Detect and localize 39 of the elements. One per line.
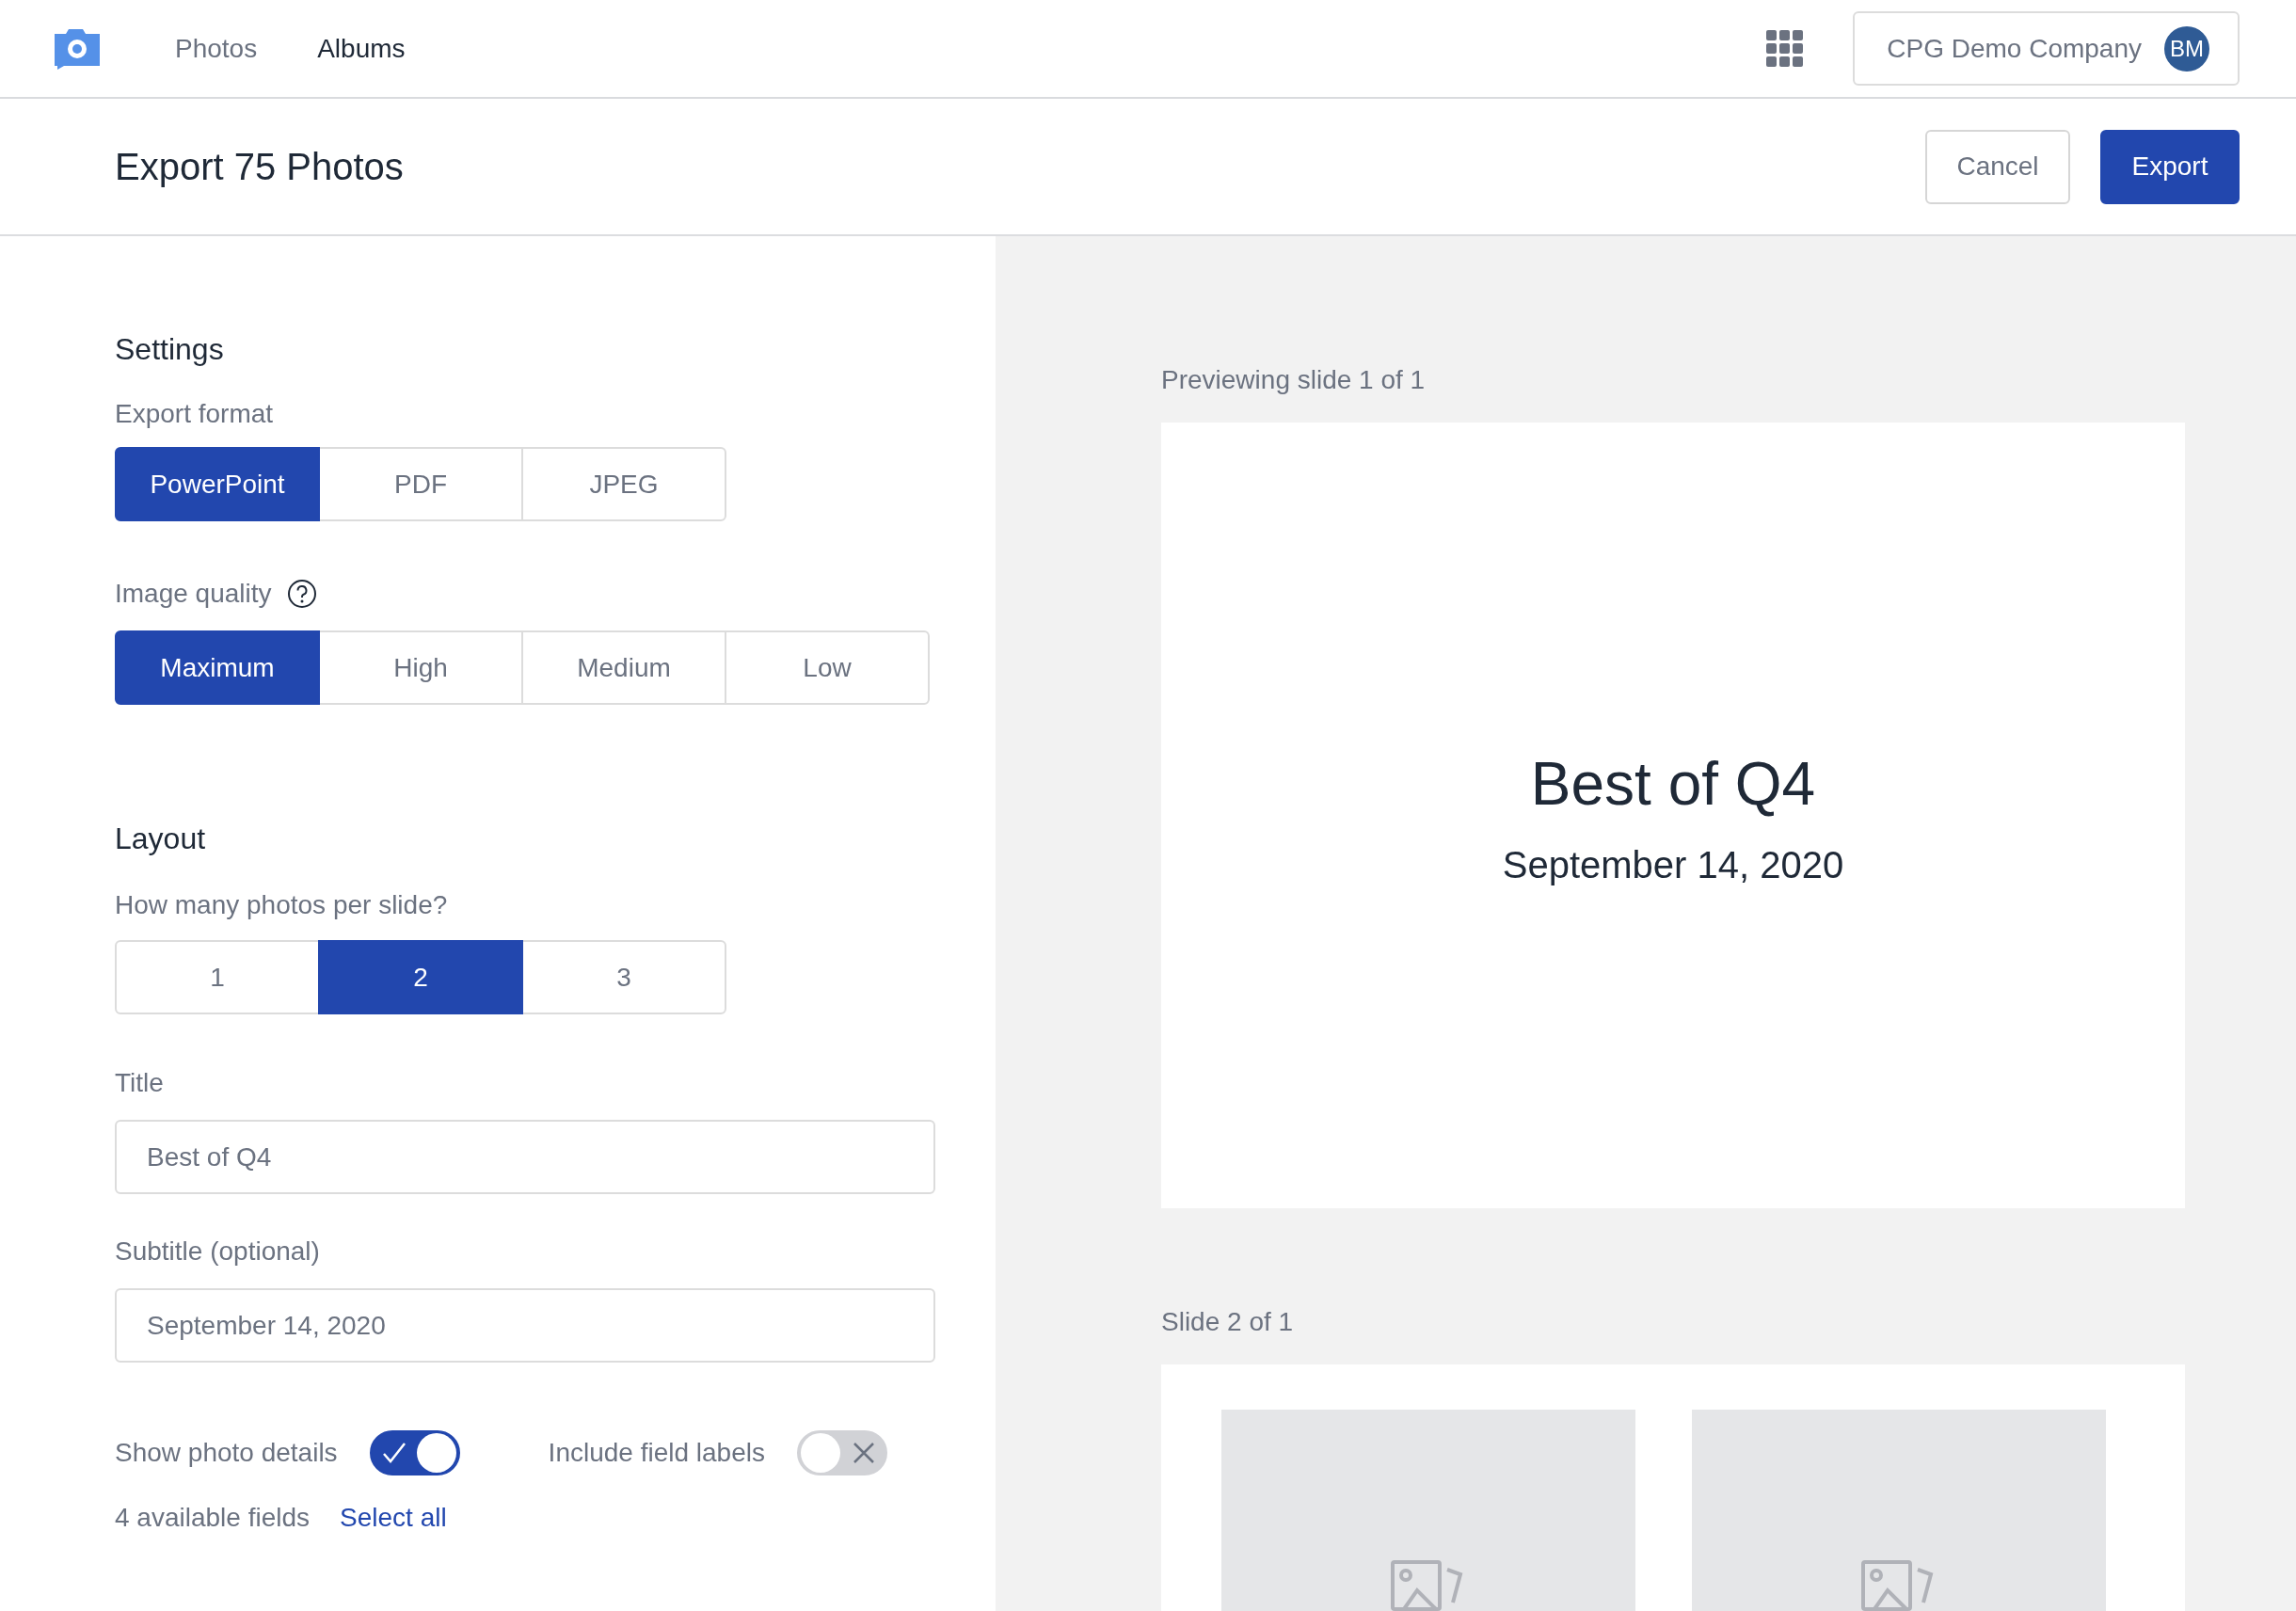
segment-option[interactable]: Low [725,630,930,705]
field-label: Image quality [115,578,272,610]
segment-option[interactable]: 2 [318,940,523,1014]
field-label: Title [115,1067,165,1099]
field-label: Subtitle (optional) [115,1236,321,1268]
cancel-button[interactable]: Cancel [1925,129,2070,204]
segment-option[interactable]: PowerPoint [115,447,320,521]
section-heading: Layout [115,821,207,857]
account-switcher[interactable]: CPG Demo Company BM [1853,11,2240,86]
export-button[interactable]: Export [2100,129,2240,204]
nav-tab[interactable]: Photos [175,28,258,69]
help-icon[interactable] [286,579,317,609]
segment-option[interactable]: 1 [115,940,320,1014]
input-field[interactable]: September 14, 2020 [115,1288,935,1363]
section-heading: Settings [115,331,225,368]
slide-caption: Slide 2 of 1 [1161,1306,1295,1338]
segment-option[interactable]: PDF [318,447,523,521]
field-label: Export format [115,398,275,430]
toggle-label: Show photo details [115,1437,338,1469]
app-grid-icon[interactable] [1766,29,1805,68]
input-field[interactable]: Best of Q4 [115,1120,935,1194]
segment-option[interactable]: 3 [521,940,726,1014]
slide-title: Best of Q4 [1530,748,1816,820]
segment-option[interactable]: Maximum [115,630,320,705]
toggle-switch[interactable] [369,1430,460,1475]
select-all-link[interactable]: Select all [340,1498,447,1538]
segment-option[interactable]: Medium [521,630,726,705]
segment-option[interactable]: JPEG [521,447,726,521]
segment-option[interactable]: High [318,630,523,705]
avatar: BM [2164,25,2209,72]
fields-count: 4 available fields [115,1502,311,1534]
toggle-label: Include field labels [548,1437,765,1469]
slide-subtitle: September 14, 2020 [1502,842,1844,887]
field-label: How many photos per slide? [115,889,449,921]
preview-caption: Previewing slide 1 of 1 [1161,364,1427,396]
page-title: Export 75 Photos [115,145,404,189]
nav-tab[interactable]: Albums [317,28,406,69]
company-name: CPG Demo Company [1887,32,2142,65]
close-icon [852,1441,876,1465]
